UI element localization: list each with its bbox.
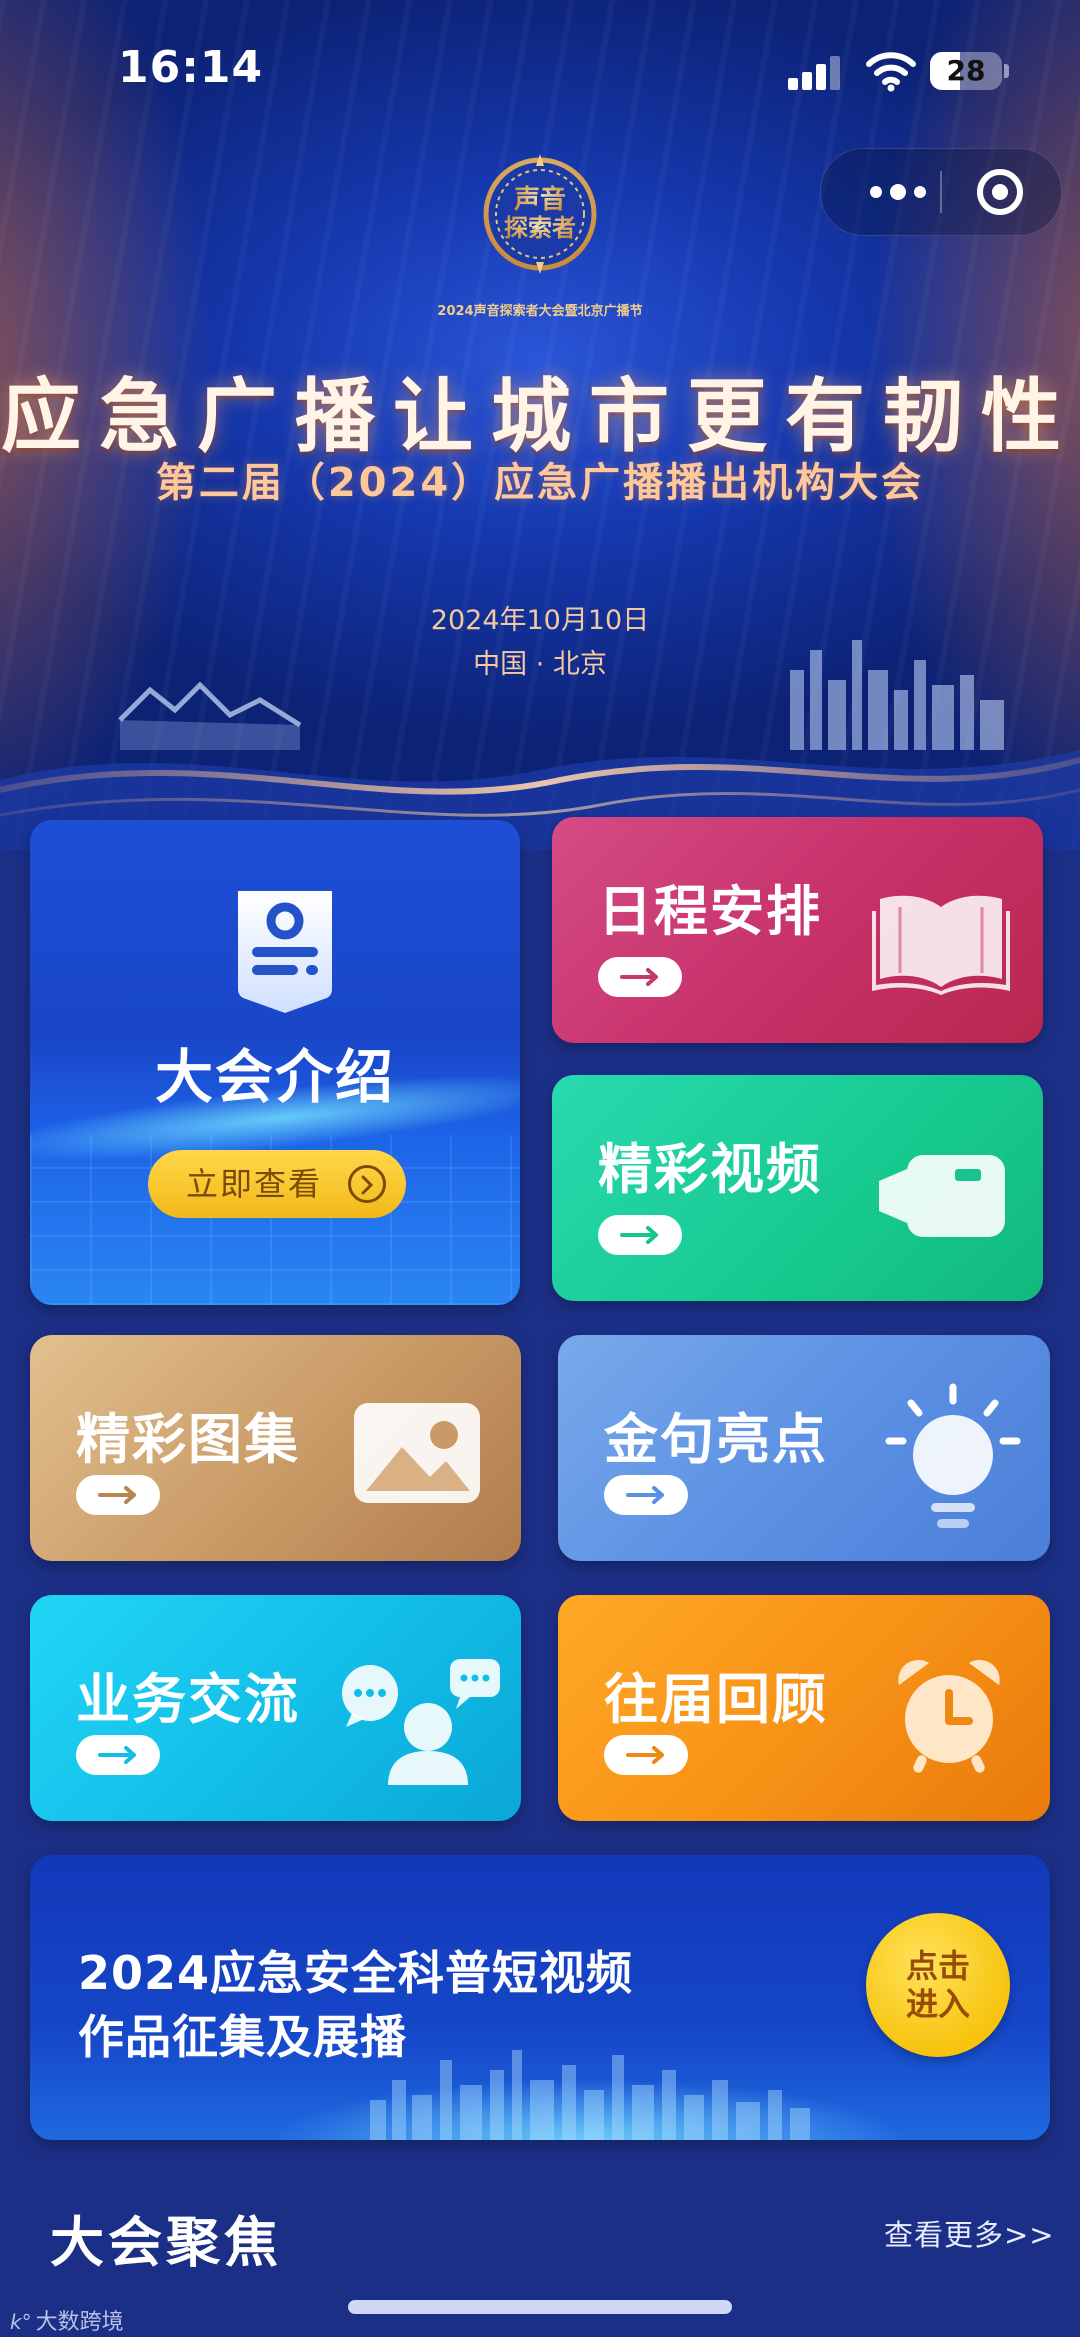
light-bulb-icon [885,1383,1021,1528]
city-skyline-illustration [370,2050,810,2140]
arrow-right-icon [76,1735,160,1775]
view-more-link[interactable]: 查看更多>> [884,2212,1055,2254]
target-circle-icon[interactable] [977,169,1023,215]
arrow-right-icon [598,957,682,997]
tile-highlight-video[interactable]: 精彩视频 [552,1075,1043,1301]
enter-button-line2: 进入 [905,1985,970,2023]
image-icon [354,1403,480,1503]
view-now-button[interactable]: 立即查看 [148,1150,406,1218]
tile-label: 日程安排 [598,880,822,943]
home-indicator[interactable] [348,2300,732,2314]
open-book-icon [872,895,1010,995]
arrow-right-icon [76,1475,160,1515]
enter-button-line1: 点击 [905,1947,970,1985]
tile-label: 金句亮点 [604,1408,828,1471]
tile-past-review[interactable]: 往届回顾 [558,1595,1050,1821]
tile-label: 往届回顾 [604,1668,828,1731]
banner-subtitle: 第二届（2024）应急广播播出机构大会 [155,460,925,506]
arrow-right-icon [604,1475,688,1515]
tile-business-exchange[interactable]: 业务交流 [30,1595,521,1821]
logo-caption: 2024声音探索者大会暨北京广播节 [437,304,643,319]
watermark: k° 大数跨境 [10,2304,124,2336]
tile-schedule[interactable]: 日程安排 [552,817,1043,1043]
svg-text:声音: 声音 [514,184,566,215]
id-badge-icon [238,891,332,1013]
tile-conference-intro[interactable]: 大会介绍 立即查看 [30,820,520,1305]
alarm-clock-icon [898,1659,1000,1773]
view-now-label: 立即查看 [186,1165,323,1203]
tile-label: 精彩视频 [598,1138,822,1201]
status-time: 16:14 [118,42,264,93]
tile-photo-gallery[interactable]: 精彩图集 [30,1335,521,1561]
chevron-right-icon [348,1165,386,1203]
more-dots-icon[interactable] [853,149,943,235]
promo-banner-short-video[interactable]: 2024应急安全科普短视频 作品征集及展播 点击 进入 [30,1855,1050,2140]
watermark-text: 大数跨境 [35,2310,124,2335]
enter-button[interactable]: 点击 进入 [866,1913,1010,2057]
section-title: 大会聚焦 [50,2211,282,2274]
promo-title-line2: 作品征集及展播 [78,2010,407,2064]
tile-label: 大会介绍 [154,1043,395,1111]
battery-indicator: 28 [930,52,1002,90]
arrow-right-icon [598,1215,682,1255]
capsule-divider [940,171,942,213]
tile-label: 业务交流 [76,1668,300,1731]
cellular-signal-icon [788,56,840,90]
miniprogram-capsule [820,148,1062,236]
chat-user-icon [342,1659,500,1785]
promo-title-line1: 2024应急安全科普短视频 [78,1946,634,2000]
event-logo: 声音 探索者 [483,154,597,274]
tile-golden-quotes[interactable]: 金句亮点 [558,1335,1050,1561]
svg-text:探索者: 探索者 [504,214,576,242]
wifi-icon [866,52,916,92]
watermark-logo-icon: k° [10,2310,32,2334]
video-camera-icon [879,1155,1005,1237]
tile-label: 精彩图集 [76,1408,300,1471]
arrow-right-icon [604,1735,688,1775]
battery-cap [1004,64,1009,78]
battery-level: 28 [946,54,986,87]
status-bar: 16:14 28 [0,0,1080,140]
